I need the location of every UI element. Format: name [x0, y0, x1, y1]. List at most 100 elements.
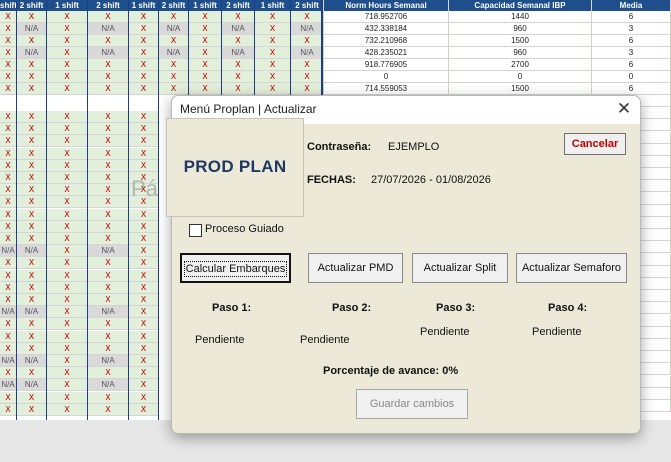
table-cell[interactable]	[640, 326, 671, 339]
table-cell[interactable]: X	[17, 135, 47, 148]
table-cell[interactable]: X	[17, 281, 47, 294]
table-cell[interactable]: X	[47, 379, 88, 392]
table-cell[interactable]	[640, 180, 671, 193]
table-cell[interactable]: X	[129, 367, 159, 380]
table-cell[interactable]: X	[159, 11, 189, 23]
table-cell[interactable]: X	[189, 71, 222, 83]
table-cell[interactable]: 432.338184	[324, 23, 449, 35]
table-cell[interactable]: X	[291, 11, 324, 23]
table-cell[interactable]	[640, 351, 671, 364]
table-cell[interactable]: 3	[592, 23, 671, 35]
table-cell[interactable]	[640, 400, 671, 412]
table-cell[interactable]: X	[88, 59, 129, 71]
table-cell[interactable]: X	[88, 367, 129, 380]
table-cell[interactable]: X	[17, 172, 47, 184]
table-cell[interactable]: N/A	[222, 23, 255, 35]
table-cell[interactable]: 918.776905	[324, 59, 449, 71]
table-cell[interactable]: X	[129, 379, 159, 392]
table-cell[interactable]: X	[47, 11, 88, 23]
table-cell[interactable]: X	[47, 35, 88, 47]
table-cell[interactable]: X	[88, 220, 129, 233]
table-cell[interactable]: X	[0, 11, 17, 23]
table-cell[interactable]: X	[88, 135, 129, 148]
table-cell[interactable]: X	[129, 269, 159, 282]
table-cell[interactable]: X	[88, 233, 129, 245]
table-cell[interactable]: 6	[592, 35, 671, 47]
table-cell[interactable]	[640, 217, 671, 229]
table-cell[interactable]: X	[88, 184, 129, 197]
table-cell[interactable]: 2700	[449, 59, 592, 71]
table-cell[interactable]: X	[129, 294, 159, 306]
table-cell[interactable]: X	[0, 172, 17, 184]
table-cell[interactable]: X	[88, 172, 129, 184]
table-cell[interactable]: 1500	[449, 35, 592, 47]
table-cell[interactable]: X	[0, 83, 17, 95]
table-cell[interactable]: X	[47, 403, 88, 416]
table-cell[interactable]: X	[88, 342, 129, 355]
table-cell[interactable]: X	[17, 35, 47, 47]
table-cell[interactable]: X	[189, 47, 222, 59]
actualizar-semaforo-button[interactable]: Actualizar Semaforo	[516, 253, 627, 283]
table-cell[interactable]: N/A	[222, 47, 255, 59]
table-cell[interactable]: X	[0, 391, 17, 404]
table-cell[interactable]: X	[129, 257, 159, 270]
table-cell[interactable]: X	[47, 47, 88, 59]
table-cell[interactable]: X	[189, 35, 222, 47]
table-cell[interactable]	[640, 314, 671, 327]
table-cell[interactable]: X	[88, 147, 129, 160]
table-cell[interactable]: X	[88, 403, 129, 416]
table-cell[interactable]: X	[129, 47, 159, 59]
table-cell[interactable]: X	[47, 111, 88, 123]
table-cell[interactable]: X	[0, 159, 17, 172]
table-cell[interactable]: X	[0, 147, 17, 160]
save-changes-button[interactable]: Guardar cambios	[356, 389, 468, 419]
table-cell[interactable]: 1440	[449, 11, 592, 23]
table-cell[interactable]: X	[88, 35, 129, 47]
table-cell[interactable]: X	[0, 342, 17, 355]
table-cell[interactable]: X	[47, 23, 88, 35]
table-cell[interactable]: X	[0, 367, 17, 380]
table-cell[interactable]	[640, 265, 671, 278]
table-cell[interactable]: X	[0, 220, 17, 233]
table-cell[interactable]: N/A	[17, 306, 47, 319]
table-cell[interactable]: X	[0, 269, 17, 282]
table-cell[interactable]: 6	[592, 83, 671, 95]
table-cell[interactable]: X	[88, 11, 129, 23]
table-cell[interactable]: X	[222, 11, 255, 23]
table-cell[interactable]: X	[129, 135, 159, 148]
table-cell[interactable]: X	[47, 220, 88, 233]
table-cell[interactable]: X	[47, 184, 88, 197]
table-cell[interactable]: X	[0, 196, 17, 209]
table-cell[interactable]: X	[159, 71, 189, 83]
table-cell[interactable]: X	[47, 355, 88, 367]
table-cell[interactable]: X	[47, 135, 88, 148]
table-cell[interactable]: X	[47, 71, 88, 83]
table-cell[interactable]: X	[129, 245, 159, 258]
table-cell[interactable]: X	[17, 208, 47, 221]
table-cell[interactable]: 3	[592, 47, 671, 59]
table-cell[interactable]: X	[291, 71, 324, 83]
table-cell[interactable]: 718.952706	[324, 11, 449, 23]
table-cell[interactable]: X	[0, 123, 17, 136]
table-cell[interactable]: X	[17, 71, 47, 83]
calcular-embarques-button[interactable]: Calcular Embarques	[180, 253, 291, 283]
table-cell[interactable]: X	[17, 391, 47, 404]
table-cell[interactable]: X	[0, 47, 17, 59]
table-cell[interactable]: X	[17, 294, 47, 306]
table-cell[interactable]: X	[159, 59, 189, 71]
table-cell[interactable]	[640, 290, 671, 303]
table-cell[interactable]: 6	[592, 59, 671, 71]
table-cell[interactable]: X	[47, 367, 88, 380]
table-cell[interactable]: X	[129, 403, 159, 416]
table-cell[interactable]: X	[47, 245, 88, 258]
table-cell[interactable]: X	[17, 111, 47, 123]
table-cell[interactable]: 0	[592, 71, 671, 83]
table-cell[interactable]: X	[88, 71, 129, 83]
table-cell[interactable]	[640, 95, 671, 107]
table-cell[interactable]	[640, 204, 671, 217]
table-cell[interactable]: X	[0, 35, 17, 47]
table-cell[interactable]	[640, 241, 671, 254]
table-cell[interactable]: X	[222, 71, 255, 83]
table-cell[interactable]: X	[255, 11, 291, 23]
table-cell[interactable]: N/A	[291, 23, 324, 35]
